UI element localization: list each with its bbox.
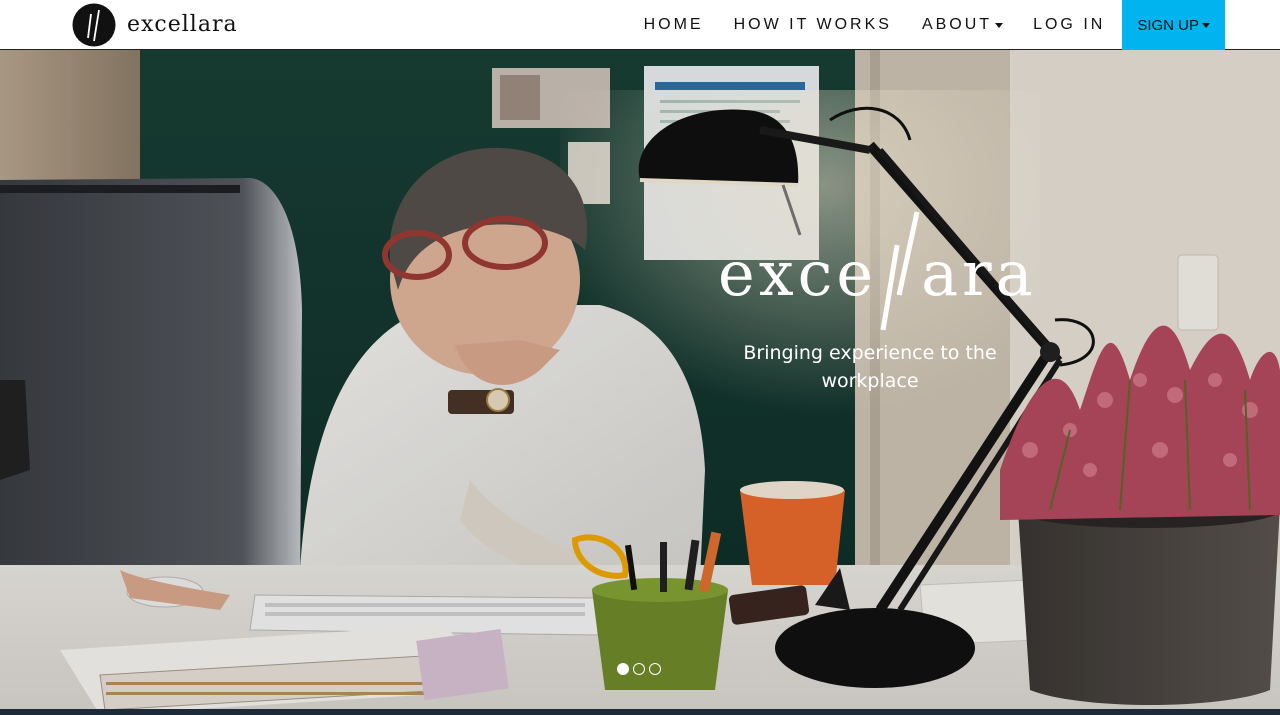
- brand-name: excellara: [127, 12, 238, 37]
- carousel-indicators: [617, 663, 661, 675]
- caret-down-icon: [1202, 22, 1210, 28]
- slash-circle-logo-icon: [72, 3, 116, 47]
- nav-how-it-works[interactable]: HOW IT WORKS: [719, 0, 907, 50]
- excellara-wordmark-logo: exce ara: [718, 211, 1037, 331]
- next-section-edge: [0, 709, 1280, 715]
- nav-about-dropdown[interactable]: ABOUT: [907, 0, 1018, 50]
- nav-home-label: HOME: [643, 16, 704, 33]
- wordmark-left-text: exce ara: [718, 237, 1037, 310]
- hero-caption: exce ara Bringing experience to the workp…: [680, 210, 1060, 395]
- carousel-indicator-2[interactable]: [633, 663, 645, 675]
- carousel-indicator-3[interactable]: [649, 663, 661, 675]
- main-nav: HOME HOW IT WORKS ABOUT LOG IN SIGN UP: [629, 0, 1225, 50]
- sign-up-dropdown-button[interactable]: SIGN UP: [1122, 0, 1225, 50]
- nav-about-label: ABOUT: [921, 16, 993, 33]
- wordmark-slash-2: [896, 211, 920, 296]
- wordmark-slash-1: [880, 244, 900, 331]
- sign-up-label: SIGN UP: [1137, 16, 1199, 34]
- caret-down-icon: [995, 22, 1004, 28]
- nav-home[interactable]: HOME: [629, 0, 719, 50]
- carousel-indicator-1[interactable]: [617, 663, 629, 675]
- brand-home-link[interactable]: excellara: [72, 3, 238, 47]
- nav-log-in[interactable]: LOG IN: [1018, 0, 1120, 50]
- hero-tagline: Bringing experience to the workplace: [743, 342, 997, 392]
- hero-photo-woman-at-desk: [0, 50, 1280, 715]
- nav-how-it-works-label: HOW IT WORKS: [733, 16, 892, 33]
- nav-log-in-label: LOG IN: [1033, 16, 1106, 33]
- top-navbar: excellara HOME HOW IT WORKS ABOUT LOG IN…: [0, 0, 1280, 50]
- hero-carousel: exce ara Bringing experience to the workp…: [0, 50, 1280, 715]
